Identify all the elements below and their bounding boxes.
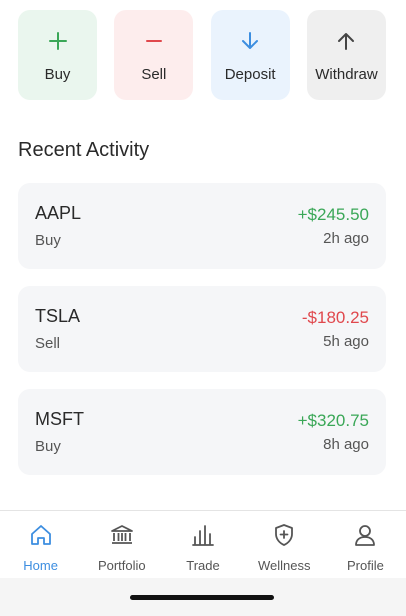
tab-portfolio[interactable]: Portfolio <box>81 511 162 578</box>
buy-label: Buy <box>44 66 71 83</box>
home-icon <box>27 521 55 549</box>
bank-icon <box>108 521 136 549</box>
activity-time: 8h ago <box>323 436 369 453</box>
activity-amount: +$245.50 <box>297 205 369 224</box>
activity-type: Buy <box>35 232 61 249</box>
shield-plus-icon <box>270 521 298 549</box>
activity-type: Sell <box>35 335 61 352</box>
tab-trade[interactable]: Trade <box>162 511 243 578</box>
activity-symbol: TSLA <box>35 306 81 326</box>
activity-amount: +$320.75 <box>297 411 369 430</box>
quick-actions: Buy Sell Deposit Withdraw <box>18 10 386 100</box>
activity-symbol: MSFT <box>35 409 84 429</box>
activity-time: 5h ago <box>323 333 369 350</box>
activity-item-aapl[interactable]: AAPL Buy +$245.50 2h ago <box>18 183 386 269</box>
tab-portfolio-label: Portfolio <box>97 558 146 573</box>
home-indicator[interactable] <box>130 595 274 600</box>
deposit-label: Deposit <box>224 66 276 83</box>
sell-button[interactable]: Sell <box>114 10 194 100</box>
sell-label: Sell <box>141 66 167 83</box>
bottom-tab-bar: Home Portfolio Trade Wellness Profile <box>0 510 406 578</box>
activity-symbol: AAPL <box>35 203 82 223</box>
activity-item-msft[interactable]: MSFT Buy +$320.75 8h ago <box>18 389 386 475</box>
tab-trade-label: Trade <box>186 558 220 573</box>
arrow-down-icon <box>237 28 263 54</box>
tab-profile[interactable]: Profile <box>325 511 406 578</box>
withdraw-button[interactable]: Withdraw <box>306 10 386 100</box>
deposit-button[interactable]: Deposit <box>210 10 290 100</box>
activity-amount: -$180.25 <box>301 308 369 327</box>
tab-profile-label: Profile <box>346 558 384 573</box>
activity-type: Buy <box>35 438 61 455</box>
minus-icon <box>141 28 167 54</box>
tab-home[interactable]: Home <box>0 511 81 578</box>
buy-button[interactable]: Buy <box>18 10 97 100</box>
tab-home-label: Home <box>23 558 58 573</box>
activity-item-tsla[interactable]: TSLA Sell -$180.25 5h ago <box>18 286 386 372</box>
withdraw-label: Withdraw <box>315 66 378 83</box>
tab-wellness-label: Wellness <box>257 558 311 573</box>
bar-chart-icon <box>189 521 217 549</box>
user-icon <box>351 521 379 549</box>
activity-time: 2h ago <box>323 230 369 247</box>
recent-activity-title: Recent Activity <box>18 139 150 161</box>
arrow-up-icon <box>333 28 359 54</box>
tab-wellness[interactable]: Wellness <box>244 511 325 578</box>
plus-icon <box>45 28 71 54</box>
